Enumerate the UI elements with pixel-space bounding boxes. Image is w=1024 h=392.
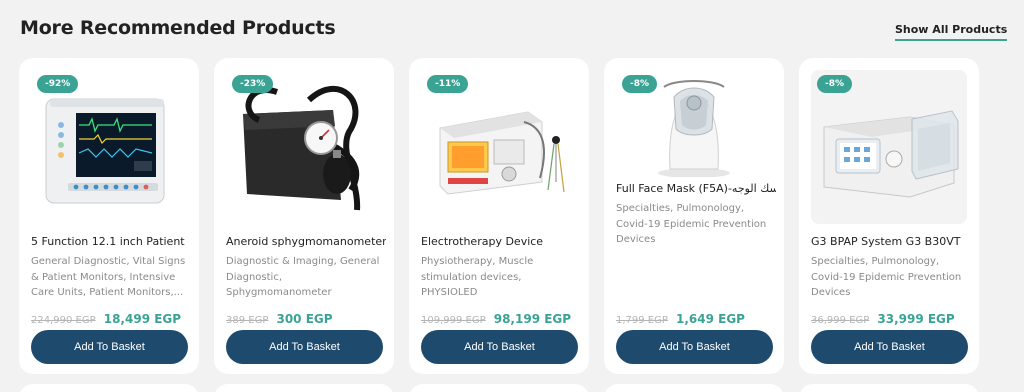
show-all-products-link[interactable]: Show All Products (895, 23, 1008, 41)
product-category: Specialties, Pulmonology, Covid-19 Epide… (811, 256, 962, 298)
discount-badge: -8% (622, 75, 658, 93)
product-category: General Diagnostic, Vital Signs & Patien… (31, 256, 186, 298)
section-title: More Recommended Products (20, 17, 336, 39)
product-card[interactable]: -92% 5 Function 12.1 inch Patient Genera… (19, 58, 199, 374)
discount-badge: -92% (37, 75, 79, 93)
current-price: 33,999 EGP (877, 312, 955, 326)
product-category: Specialties, Pulmonology, Covid-19 Epide… (616, 203, 767, 245)
product-card[interactable]: -8% G3 BPAP System G3 B30VT Specialties,… (799, 58, 979, 374)
add-to-basket-button[interactable]: Add To Basket (226, 330, 383, 364)
next-row-card (214, 384, 394, 392)
old-price: 224,990 EGP (31, 315, 96, 326)
old-price: 389 EGP (226, 315, 269, 326)
sphygmomanometer-image[interactable] (226, 70, 382, 224)
current-price: 18,499 EGP (103, 312, 182, 326)
product-card[interactable]: -23% Aneroid sphygmomanometer Diagnostic… (214, 58, 394, 374)
price-row: 389 EGP 300 EGP (226, 308, 333, 327)
product-category: Diagnostic & Imaging, General Diagnostic… (226, 256, 380, 298)
electrotherapy-device-image[interactable] (421, 70, 577, 224)
next-row-card (799, 384, 979, 392)
discount-badge: -23% (232, 75, 274, 93)
product-name[interactable]: Electrotherapy Device (421, 234, 581, 249)
add-to-basket-button[interactable]: Add To Basket (616, 330, 773, 364)
current-price: 1,649 EGP (676, 312, 745, 326)
add-to-basket-button[interactable]: Add To Basket (421, 330, 578, 364)
add-to-basket-button[interactable]: Add To Basket (31, 330, 188, 364)
product-name[interactable]: 5 Function 12.1 inch Patient (31, 234, 191, 249)
price-row: 109,999 EGP 98,199 EGP (421, 308, 571, 327)
old-price: 1,799 EGP (616, 315, 668, 326)
discount-badge: -11% (427, 75, 469, 93)
patient-monitor-image[interactable] (31, 70, 187, 224)
current-price: 98,199 EGP (493, 312, 572, 326)
add-to-basket-button[interactable]: Add To Basket (811, 330, 968, 364)
discount-badge: -8% (817, 75, 853, 93)
product-name[interactable]: Full Face Mask (F5A)-ماسك الوجه (616, 181, 776, 196)
product-name[interactable]: G3 BPAP System G3 B30VT (811, 234, 971, 249)
old-price: 36,999 EGP (811, 315, 870, 326)
next-row-card (409, 384, 589, 392)
current-price: 300 EGP (276, 312, 333, 326)
next-row-card (604, 384, 784, 392)
product-name[interactable]: Aneroid sphygmomanometer (226, 234, 386, 249)
old-price: 109,999 EGP (421, 315, 486, 326)
price-row: 224,990 EGP 18,499 EGP (31, 308, 181, 327)
product-card[interactable]: -8% Full Face Mask (F5A)-ماسك الوجه Spec… (604, 58, 784, 374)
product-category: Physiotherapy, Muscle stimulation device… (421, 256, 534, 298)
price-row: 36,999 EGP 33,999 EGP (811, 308, 955, 327)
product-card[interactable]: -11% Electrotherapy Device Physiotherapy… (409, 58, 589, 374)
bpap-machine-image[interactable] (811, 70, 967, 224)
next-row-card (19, 384, 199, 392)
price-row: 1,799 EGP 1,649 EGP (616, 308, 745, 327)
